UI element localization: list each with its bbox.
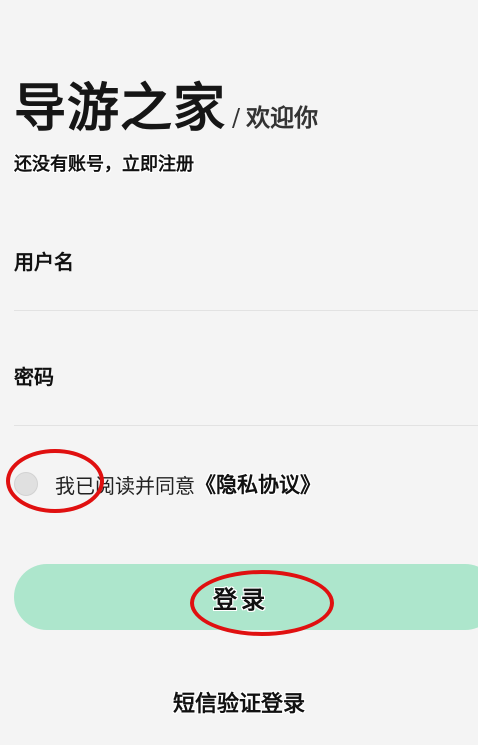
title-separator: /: [232, 104, 241, 132]
privacy-agreement-row: 我已阅读并同意 《隐私协议》: [14, 468, 321, 500]
brand-header: 导游之家 / 欢迎你: [14, 66, 318, 141]
username-field: [14, 240, 478, 311]
sms-login-link[interactable]: 短信验证登录: [0, 686, 478, 718]
privacy-policy-link[interactable]: 《隐私协议》: [195, 469, 321, 499]
login-page: 导游之家 / 欢迎你 还没有账号，立即注册 我已阅读并同意 《隐私协议》 登录 …: [0, 0, 478, 745]
username-input[interactable]: [14, 240, 478, 284]
app-title: 导游之家: [14, 78, 227, 139]
register-link[interactable]: 还没有账号，立即注册: [14, 150, 194, 176]
agree-text: 我已阅读并同意: [55, 473, 195, 498]
login-button[interactable]: 登录: [14, 564, 478, 630]
login-button-label: 登录: [213, 585, 269, 614]
password-input[interactable]: [14, 355, 478, 399]
welcome-text: 欢迎你: [246, 103, 319, 132]
password-field: [14, 355, 478, 426]
agree-radio[interactable]: [14, 472, 38, 496]
